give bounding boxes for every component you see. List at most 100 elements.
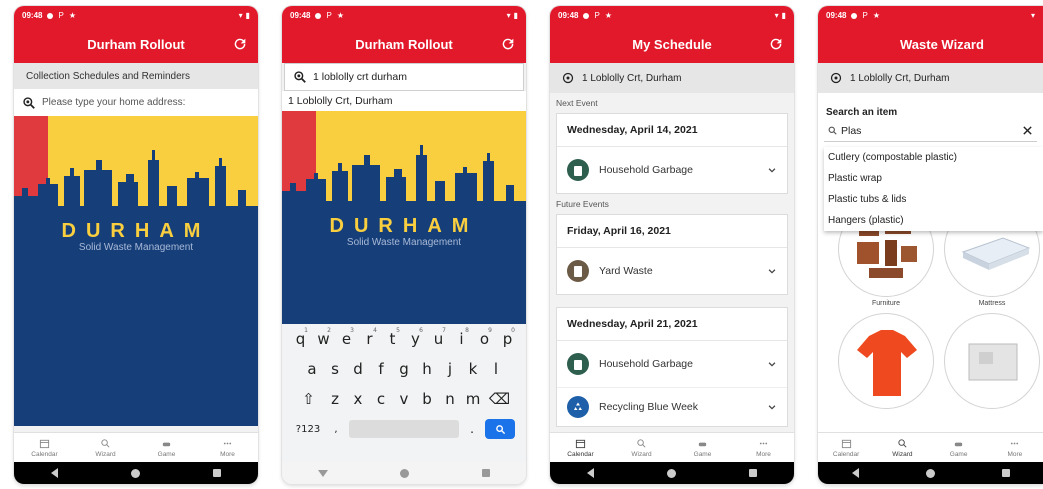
- suggestion-option[interactable]: Hangers (plastic): [824, 210, 1043, 231]
- symbols-key[interactable]: ?123: [293, 414, 323, 444]
- refresh-icon[interactable]: [500, 36, 516, 52]
- key-j[interactable]: j: [439, 354, 462, 384]
- search-icon: [495, 424, 505, 434]
- suggestion-option[interactable]: Plastic tubs & lids: [824, 189, 1043, 210]
- key-e[interactable]: e3: [335, 324, 358, 354]
- recents-icon[interactable]: [1001, 469, 1010, 477]
- key-u[interactable]: u7: [427, 324, 450, 354]
- key-m[interactable]: m: [462, 384, 485, 414]
- refresh-icon[interactable]: [768, 36, 784, 52]
- brand-banner: DURHAM Solid Waste Management: [282, 111, 526, 331]
- address-search-input[interactable]: 1 loblolly crt durham: [284, 63, 524, 91]
- key-o[interactable]: o9: [473, 324, 496, 354]
- period-key[interactable]: .: [465, 414, 479, 444]
- yard-waste-bin-icon: [567, 260, 589, 282]
- key-g[interactable]: g: [393, 354, 416, 384]
- category-electronics[interactable]: [944, 313, 1040, 409]
- key-v[interactable]: v: [393, 384, 416, 414]
- app-title: My Schedule: [632, 36, 712, 52]
- star-icon: ★: [336, 11, 344, 20]
- suggestion-option[interactable]: Plastic wrap: [824, 168, 1043, 189]
- key-w[interactable]: w2: [312, 324, 335, 354]
- screen-waste-wizard: 09:48 P ★ ▾ Waste Wizard 1 Loblolly Crt,…: [818, 6, 1043, 484]
- future-events-label: Future Events: [556, 199, 609, 209]
- key-letter: t: [389, 330, 396, 348]
- home-icon[interactable]: [925, 468, 935, 478]
- nav-calendar[interactable]: Calendar: [556, 438, 606, 458]
- nav-game[interactable]: Game: [678, 438, 728, 458]
- recents-icon[interactable]: [481, 469, 490, 477]
- key-a[interactable]: a: [301, 354, 324, 384]
- key-r[interactable]: r4: [358, 324, 381, 354]
- back-icon[interactable]: [851, 468, 859, 478]
- key-s[interactable]: s: [324, 354, 347, 384]
- space-key[interactable]: [349, 420, 459, 438]
- key-n[interactable]: n: [439, 384, 462, 414]
- status-bar: 09:48 P ★ ▾ ▮: [282, 6, 526, 25]
- wifi-icon: ▾: [774, 11, 779, 20]
- key-z[interactable]: z: [324, 384, 347, 414]
- event-item[interactable]: Household Garbage: [557, 147, 787, 193]
- refresh-icon[interactable]: [232, 36, 248, 52]
- status-time: 09:48: [290, 11, 311, 20]
- app-bar: Durham Rollout: [14, 25, 258, 63]
- shift-key[interactable]: ⇧: [294, 384, 324, 414]
- category-clothing[interactable]: [838, 313, 934, 409]
- more-icon: [759, 442, 768, 444]
- comma-key[interactable]: ,: [329, 414, 343, 444]
- nav-calendar[interactable]: Calendar: [20, 438, 70, 458]
- key-q[interactable]: q1: [289, 324, 312, 354]
- item-search-input[interactable]: Plas: [824, 120, 1037, 142]
- recents-icon[interactable]: [749, 469, 758, 477]
- back-icon[interactable]: [586, 468, 594, 478]
- nav-wizard[interactable]: Wizard: [877, 438, 927, 458]
- key-k[interactable]: k: [462, 354, 485, 384]
- key-b[interactable]: b: [416, 384, 439, 414]
- clear-icon[interactable]: [1022, 125, 1033, 136]
- key-p[interactable]: p0: [496, 324, 519, 354]
- nav-game[interactable]: Game: [142, 438, 192, 458]
- notification-icon: [583, 12, 590, 19]
- nav-more[interactable]: More: [739, 438, 789, 458]
- address-suggestion[interactable]: 1 Loblolly Crt, Durham: [282, 91, 526, 111]
- screen-home: 09:48 P ★ ▾ ▮ Durham Rollout Collection S…: [14, 6, 258, 484]
- backspace-key[interactable]: ⌫: [485, 384, 515, 414]
- key-d[interactable]: d: [347, 354, 370, 384]
- home-icon[interactable]: [130, 468, 140, 478]
- key-number-hint: 4: [373, 327, 377, 334]
- back-icon[interactable]: [50, 468, 58, 478]
- key-l[interactable]: l: [485, 354, 508, 384]
- nav-wizard[interactable]: Wizard: [617, 438, 667, 458]
- key-c[interactable]: c: [370, 384, 393, 414]
- nav-game[interactable]: Game: [934, 438, 984, 458]
- nav-more[interactable]: More: [990, 438, 1040, 458]
- address-bar[interactable]: 1 Loblolly Crt, Durham: [818, 63, 1043, 93]
- nav-calendar[interactable]: Calendar: [821, 438, 871, 458]
- status-bar: 09:48 P ★ ▾ ▮: [550, 6, 794, 25]
- key-f[interactable]: f: [370, 354, 393, 384]
- event-item[interactable]: Recycling Blue Week: [557, 388, 787, 426]
- event-item[interactable]: Household Garbage: [557, 341, 787, 388]
- suggestion-option[interactable]: Cutlery (compostable plastic): [824, 147, 1043, 168]
- collapse-keyboard-icon[interactable]: [318, 469, 329, 477]
- key-x[interactable]: x: [347, 384, 370, 414]
- recents-icon[interactable]: [213, 469, 222, 477]
- keyboard-search-button[interactable]: [485, 419, 515, 439]
- status-time: 09:48: [558, 11, 579, 20]
- battery-icon: ▮: [513, 11, 518, 20]
- event-item[interactable]: Yard Waste: [557, 248, 787, 294]
- home-icon[interactable]: [666, 468, 676, 478]
- address-bar[interactable]: 1 Loblolly Crt, Durham: [550, 63, 794, 93]
- nav-more[interactable]: More: [203, 438, 253, 458]
- calendar-icon: [575, 439, 586, 448]
- parking-icon: P: [594, 11, 600, 20]
- key-i[interactable]: i8: [450, 324, 473, 354]
- key-h[interactable]: h: [416, 354, 439, 384]
- home-icon[interactable]: [400, 468, 410, 478]
- address-search[interactable]: Please type your home address:: [14, 89, 258, 116]
- subtitle-bar: Collection Schedules and Reminders: [14, 63, 258, 89]
- wizard-icon: [637, 438, 646, 447]
- key-t[interactable]: t5: [381, 324, 404, 354]
- nav-wizard[interactable]: Wizard: [81, 438, 131, 458]
- key-y[interactable]: y6: [404, 324, 427, 354]
